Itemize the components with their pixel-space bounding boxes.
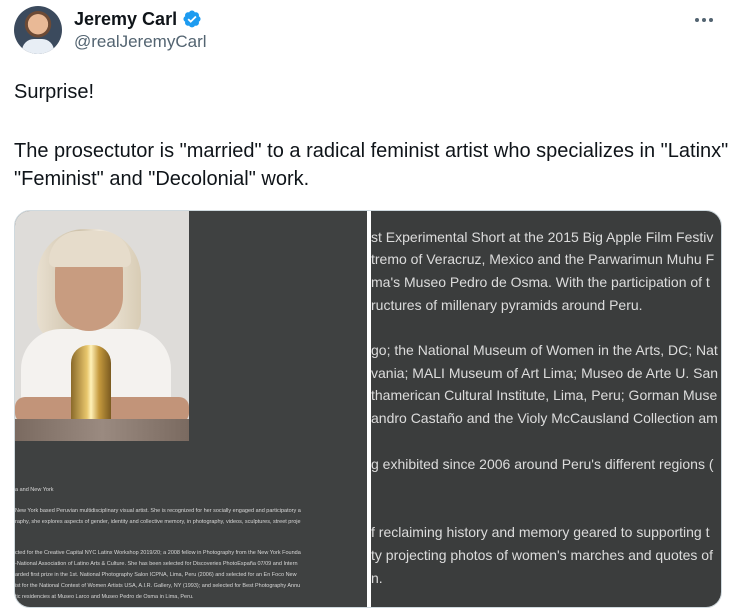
right-text-line: ty projecting photos of women's marches … [371,547,713,563]
author-avatar[interactable] [14,6,62,54]
artist-portrait-photo [15,211,189,441]
avatar-shirt [22,39,54,54]
right-text-line: n. [371,570,383,586]
tweet-media[interactable]: a and New York New York based Peruvian m… [14,210,722,608]
author-name-row: Jeremy Carl [74,8,207,30]
tweet-text-line-1: Surprise! [14,81,95,103]
right-text-line: st Experimental Short at the 2015 Big Ap… [371,229,714,245]
tweet-header: Jeremy Carl @realJeremyCarl [14,6,724,60]
right-text-line: f reclaiming history and memory geared t… [371,524,710,540]
right-text-line: thamerican Cultural Institute, Lima, Per… [371,387,718,403]
right-text-line: go; the National Museum of Women in the … [371,342,718,358]
author-handle[interactable]: @realJeremyCarl [74,30,207,54]
left-text-line: cted for the Creative Capital NYC Latinx… [15,550,301,556]
right-text-line: ma's Museo Pedro de Osma. With the parti… [371,274,710,290]
left-text-line: ist for the National Contest of Women Ar… [15,583,301,589]
media-image-left[interactable]: a and New York New York based Peruvian m… [15,211,367,607]
left-text-line: New York based Peruvian multidisciplinar… [15,508,301,514]
right-text-line: tremo of Veracruz, Mexico and the Parwar… [371,251,715,267]
media-image-right[interactable]: st Experimental Short at the 2015 Big Ap… [371,211,721,607]
verified-badge-icon [183,10,201,28]
left-text-line: -National Association of Latino Arts & C… [15,561,298,567]
author-display-name[interactable]: Jeremy Carl [74,8,177,30]
left-text-line: tic residencies at Museo Larco and Museo… [15,594,194,600]
tweet-text-body: The prosectutor is "married" to a radica… [14,140,729,190]
author-names: Jeremy Carl @realJeremyCarl [74,8,207,54]
left-text-line: raphy, she explores aspects of gender, i… [15,519,301,525]
right-text-line: ructures of millenary pyramids around Pe… [371,297,643,313]
right-text-line: g exhibited since 2006 around Peru's dif… [371,456,714,472]
left-text-line: a and New York [15,487,54,493]
left-text-line: arded first prize in the 1st. National P… [15,572,297,578]
more-horizontal-icon[interactable] [690,10,718,30]
right-text-line: andro Castaño and the Violy McCausland C… [371,410,718,426]
right-text-line: vania; MALI Museum of Art Lima; Museo de… [371,365,719,381]
